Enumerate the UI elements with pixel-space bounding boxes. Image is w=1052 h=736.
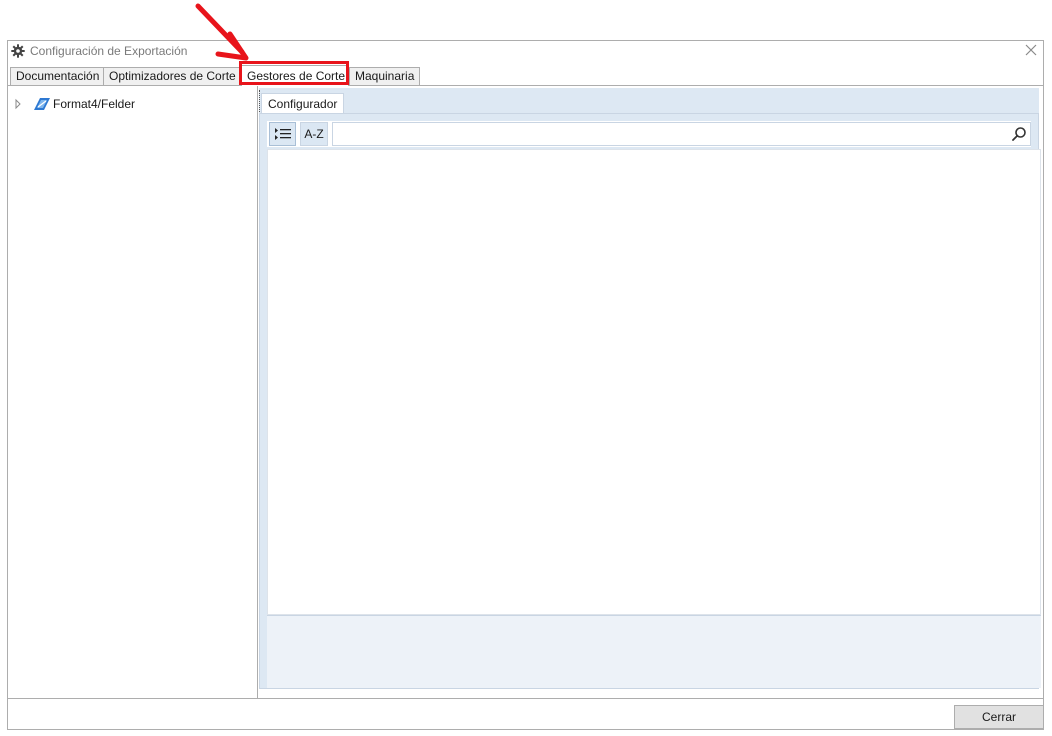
alphabetical-label: A-Z xyxy=(304,127,324,141)
property-description-area xyxy=(267,615,1041,688)
annotation-arrow-icon xyxy=(195,3,249,61)
window-title: Configuración de Exportación xyxy=(30,44,188,58)
chevron-right-icon[interactable] xyxy=(12,98,24,110)
gear-icon xyxy=(11,44,25,58)
property-grid-body xyxy=(267,149,1041,615)
alphabetical-view-button[interactable]: A-Z xyxy=(300,122,328,146)
tree-item-label: Format4/Felder xyxy=(53,97,136,111)
tree-item-format4-felder[interactable]: Format4/Felder xyxy=(12,95,135,113)
dialog-footer: Cerrar xyxy=(8,698,1044,729)
property-grid-toolbar: A-Z xyxy=(267,121,1031,147)
tree-pane: Format4/Felder xyxy=(8,86,258,698)
main-tab-strip: Documentación Optimizadores de Corte Ges… xyxy=(8,65,1043,86)
tab-optimizadores-de-corte[interactable]: Optimizadores de Corte xyxy=(103,67,240,85)
pane-splitter[interactable] xyxy=(259,90,261,112)
tab-gestores-de-corte[interactable]: Gestores de Corte xyxy=(241,65,349,86)
property-search-input[interactable] xyxy=(337,125,1001,145)
tab-label: Optimizadores de Corte xyxy=(109,69,236,83)
tab-label: Configurador xyxy=(268,97,338,111)
inner-tab-bar: Configurador xyxy=(259,88,1039,115)
tab-label: Documentación xyxy=(16,69,100,83)
title-bar: Configuración de Exportación xyxy=(8,41,1043,63)
property-grid: A-Z xyxy=(259,113,1041,689)
search-icon[interactable] xyxy=(1011,126,1027,142)
tab-configurador[interactable]: Configurador xyxy=(261,93,345,115)
tab-label: Maquinaria xyxy=(355,69,415,83)
machine-logo-icon xyxy=(34,98,50,110)
configurator-pane: Configurador A-Z xyxy=(259,86,1041,698)
tab-maquinaria[interactable]: Maquinaria xyxy=(349,67,420,85)
close-button[interactable]: Cerrar xyxy=(954,705,1044,729)
property-search-field[interactable] xyxy=(332,122,1031,146)
tab-documentacion[interactable]: Documentación xyxy=(10,67,104,85)
categorized-view-button[interactable] xyxy=(269,122,296,146)
close-icon[interactable] xyxy=(1023,42,1039,58)
categorized-list-icon xyxy=(274,128,291,140)
tab-label: Gestores de Corte xyxy=(247,69,346,83)
export-config-window: Configuración de Exportación Documentaci… xyxy=(7,40,1044,730)
